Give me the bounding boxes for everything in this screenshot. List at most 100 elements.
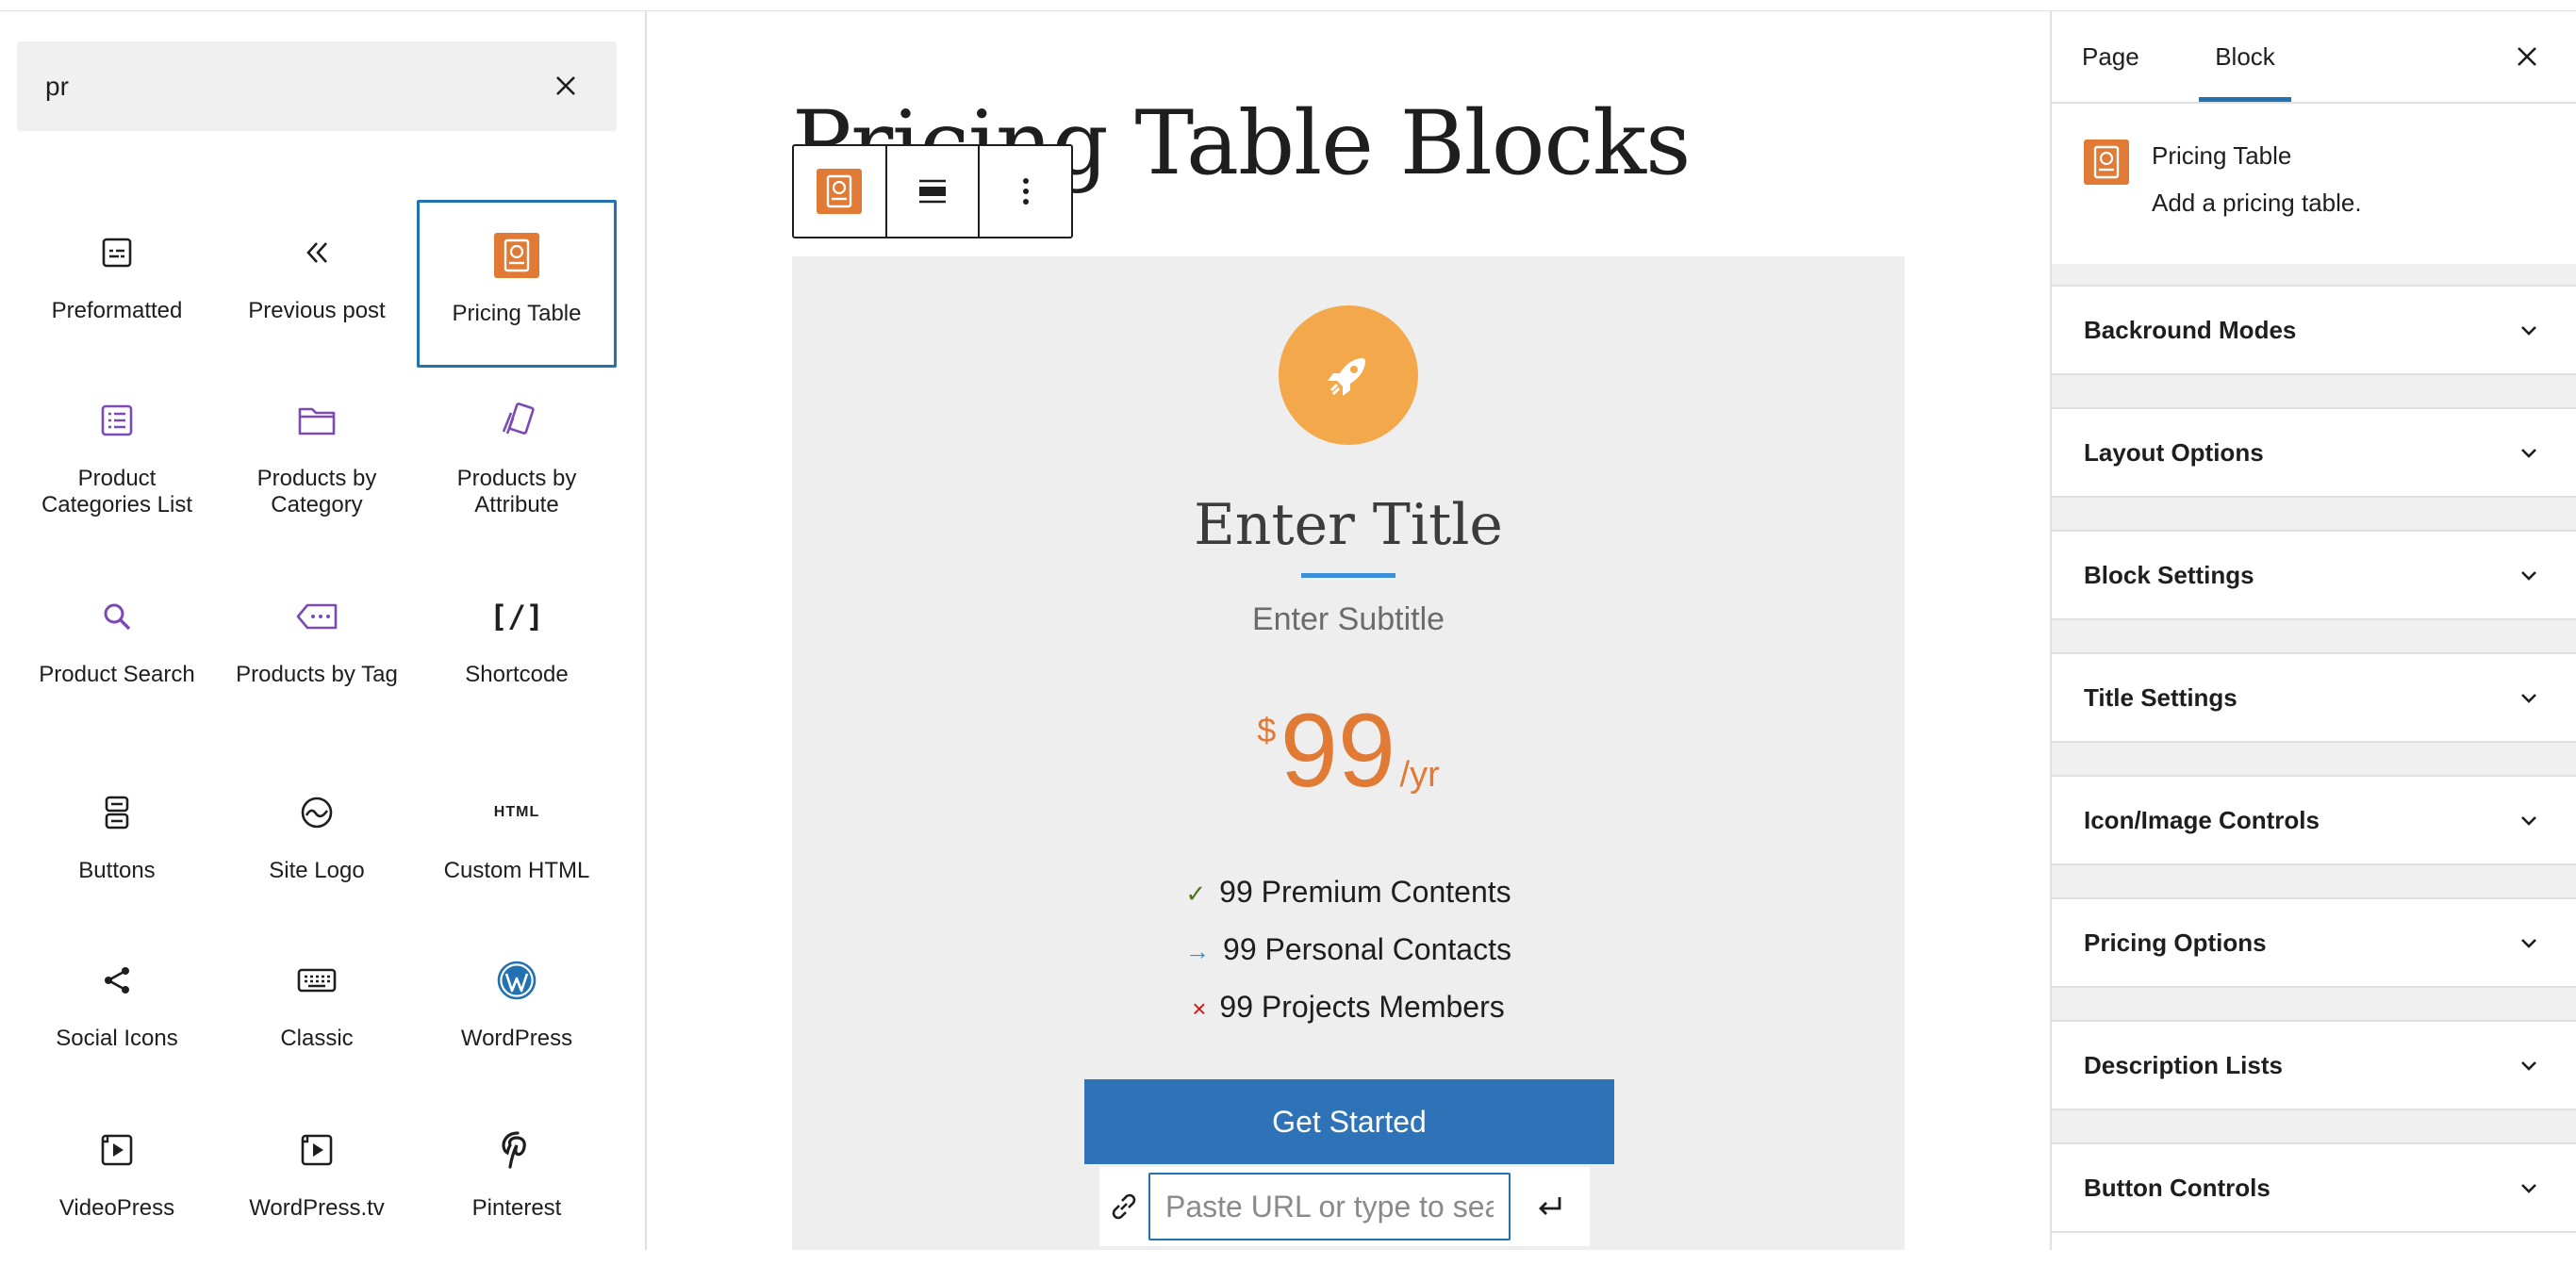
panel-button-controls[interactable]: Button Controls bbox=[2052, 1142, 2576, 1233]
card-title[interactable]: Enter Title bbox=[792, 492, 1905, 558]
block-item-label: Shortcode bbox=[465, 662, 569, 687]
more-vertical-icon bbox=[1022, 178, 1029, 205]
panel-layout-options[interactable]: Layout Options bbox=[2052, 407, 2576, 498]
search-icon bbox=[104, 603, 131, 631]
tab-page[interactable]: Page bbox=[2082, 11, 2139, 102]
enter-icon bbox=[1539, 1197, 1561, 1215]
panel-title: Description Lists bbox=[2084, 1051, 2283, 1079]
share-icon bbox=[105, 967, 129, 994]
block-item-pinterest[interactable]: Pinterest bbox=[417, 1097, 617, 1265]
block-toolbar bbox=[792, 144, 1073, 238]
panel-title-settings[interactable]: Title Settings bbox=[2052, 652, 2576, 743]
chevron-down-icon bbox=[2521, 571, 2536, 581]
block-search-input[interactable]: pr bbox=[17, 41, 617, 131]
align-button[interactable] bbox=[887, 146, 981, 237]
block-item-label: VideoPress bbox=[58, 1195, 175, 1221]
pricing-table-block[interactable]: Enter Title Enter Subtitle $ 99 /yr ✓ 99 … bbox=[792, 256, 1905, 1250]
top-bar bbox=[0, 0, 2576, 11]
panel-backround-modes[interactable]: Backround Modes bbox=[2052, 285, 2576, 375]
block-item-label: Products by Tag bbox=[236, 662, 398, 687]
feature-item[interactable]: ✓ 99 Premium Contents bbox=[792, 875, 1905, 910]
html-icon: HTML bbox=[493, 804, 540, 820]
chevron-down-icon bbox=[2521, 1061, 2536, 1071]
block-item-pricing-table[interactable]: Pricing Table bbox=[417, 200, 617, 368]
tab-block[interactable]: Block bbox=[2199, 11, 2291, 102]
block-item-videopress[interactable]: VideoPress bbox=[17, 1097, 217, 1265]
card-subtitle[interactable]: Enter Subtitle bbox=[792, 601, 1905, 638]
link-popover bbox=[1099, 1167, 1590, 1246]
feature-text: 99 Premium Contents bbox=[1219, 875, 1511, 909]
block-item-wordpress[interactable]: WordPress bbox=[417, 928, 617, 1095]
pricing-table-icon bbox=[494, 233, 539, 278]
keyboard-icon bbox=[297, 968, 337, 993]
panel-title: Backround Modes bbox=[2084, 316, 2297, 344]
block-item-label: Products by Category bbox=[256, 466, 377, 518]
block-item-label: WordPress bbox=[460, 1026, 573, 1051]
panel-icon-image-controls[interactable]: Icon/Image Controls bbox=[2052, 775, 2576, 865]
block-item-previous-post[interactable]: Previous post bbox=[217, 200, 417, 368]
block-item-preformatted[interactable]: Preformatted bbox=[17, 200, 217, 368]
close-icon[interactable] bbox=[2514, 43, 2540, 70]
block-item-label: Custom HTML bbox=[443, 858, 590, 883]
block-item-site-logo[interactable]: Site Logo bbox=[217, 760, 417, 928]
block-item-label: Product Search bbox=[39, 662, 195, 687]
block-item-social-icons[interactable]: Social Icons bbox=[17, 928, 217, 1095]
price-display[interactable]: $ 99 /yr bbox=[792, 699, 1905, 803]
rocket-icon-circle[interactable] bbox=[1279, 305, 1418, 445]
block-item-label: Product Categories List bbox=[41, 466, 193, 518]
get-started-button[interactable]: Get Started bbox=[1084, 1079, 1614, 1164]
more-options-button[interactable] bbox=[980, 146, 1071, 237]
block-item-label: Previous post bbox=[248, 298, 386, 323]
feature-item[interactable]: × 99 Projects Members bbox=[792, 990, 1905, 1025]
block-item-label: Buttons bbox=[78, 858, 156, 883]
block-item-wordpress-tv[interactable]: WordPress.tv bbox=[217, 1097, 417, 1265]
block-item-custom-html[interactable]: HTML Custom HTML bbox=[417, 760, 617, 928]
videopress-icon bbox=[101, 1134, 133, 1166]
block-item-products-by-attribute[interactable]: Products by Attribute bbox=[417, 368, 617, 535]
block-item-products-by-tag[interactable]: Products by Tag bbox=[217, 564, 417, 731]
title-separator bbox=[1301, 573, 1395, 578]
block-item-buttons[interactable]: Buttons bbox=[17, 760, 217, 928]
clear-search-icon[interactable] bbox=[553, 73, 579, 99]
block-type-button[interactable] bbox=[794, 146, 887, 237]
block-item-label: Social Icons bbox=[56, 1026, 178, 1051]
search-input-value[interactable]: pr bbox=[45, 41, 69, 131]
block-item-label: Pricing Table bbox=[452, 301, 582, 326]
wordpress-tv-icon bbox=[301, 1134, 333, 1166]
submit-link-button[interactable] bbox=[1511, 1167, 1590, 1246]
panel-pricing-options[interactable]: Pricing Options bbox=[2052, 897, 2576, 988]
chevron-down-icon bbox=[2521, 1184, 2536, 1193]
settings-sidebar: Page Block Pricing Table Add a pricing t… bbox=[2050, 11, 2576, 1250]
pricing-table-icon bbox=[2084, 140, 2129, 185]
panel-block-settings[interactable]: Block Settings bbox=[2052, 530, 2576, 620]
block-description: Add a pricing table. bbox=[2152, 189, 2362, 217]
block-item-product-search[interactable]: Product Search bbox=[17, 564, 217, 731]
block-item-label: Preformatted bbox=[51, 298, 183, 323]
block-item-product-categories-list[interactable]: Product Categories List bbox=[17, 368, 217, 535]
chevron-down-icon bbox=[2521, 449, 2536, 458]
block-item-label: Site Logo bbox=[269, 858, 365, 883]
block-item-label: Products by Attribute bbox=[456, 466, 577, 518]
shortcode-icon: [/] bbox=[489, 599, 544, 634]
panel-title: Pricing Options bbox=[2084, 928, 2267, 957]
preformatted-icon bbox=[102, 238, 132, 268]
url-search-input[interactable] bbox=[1148, 1173, 1511, 1240]
feature-item[interactable]: → 99 Personal Contacts bbox=[792, 932, 1905, 967]
wordpress-icon bbox=[497, 961, 537, 1000]
align-icon bbox=[919, 179, 946, 204]
panel-description-lists[interactable]: Description Lists bbox=[2052, 1020, 2576, 1110]
chevron-down-icon bbox=[2521, 326, 2536, 336]
panel-title: Block Settings bbox=[2084, 561, 2254, 589]
check-icon: ✓ bbox=[1185, 879, 1207, 908]
block-item-products-by-category[interactable]: Products by Category bbox=[217, 368, 417, 535]
block-item-classic[interactable]: Classic bbox=[217, 928, 417, 1095]
block-item-label: WordPress.tv bbox=[249, 1195, 385, 1221]
block-item-shortcode[interactable]: [/] Shortcode bbox=[417, 564, 617, 731]
block-item-label: Pinterest bbox=[471, 1195, 562, 1221]
panel-title: Layout Options bbox=[2084, 438, 2264, 467]
site-logo-icon bbox=[301, 797, 333, 829]
tag-icon bbox=[296, 603, 338, 630]
link-button[interactable] bbox=[1099, 1167, 1148, 1246]
cross-icon: × bbox=[1192, 994, 1207, 1023]
panel-title: Icon/Image Controls bbox=[2084, 806, 2320, 834]
